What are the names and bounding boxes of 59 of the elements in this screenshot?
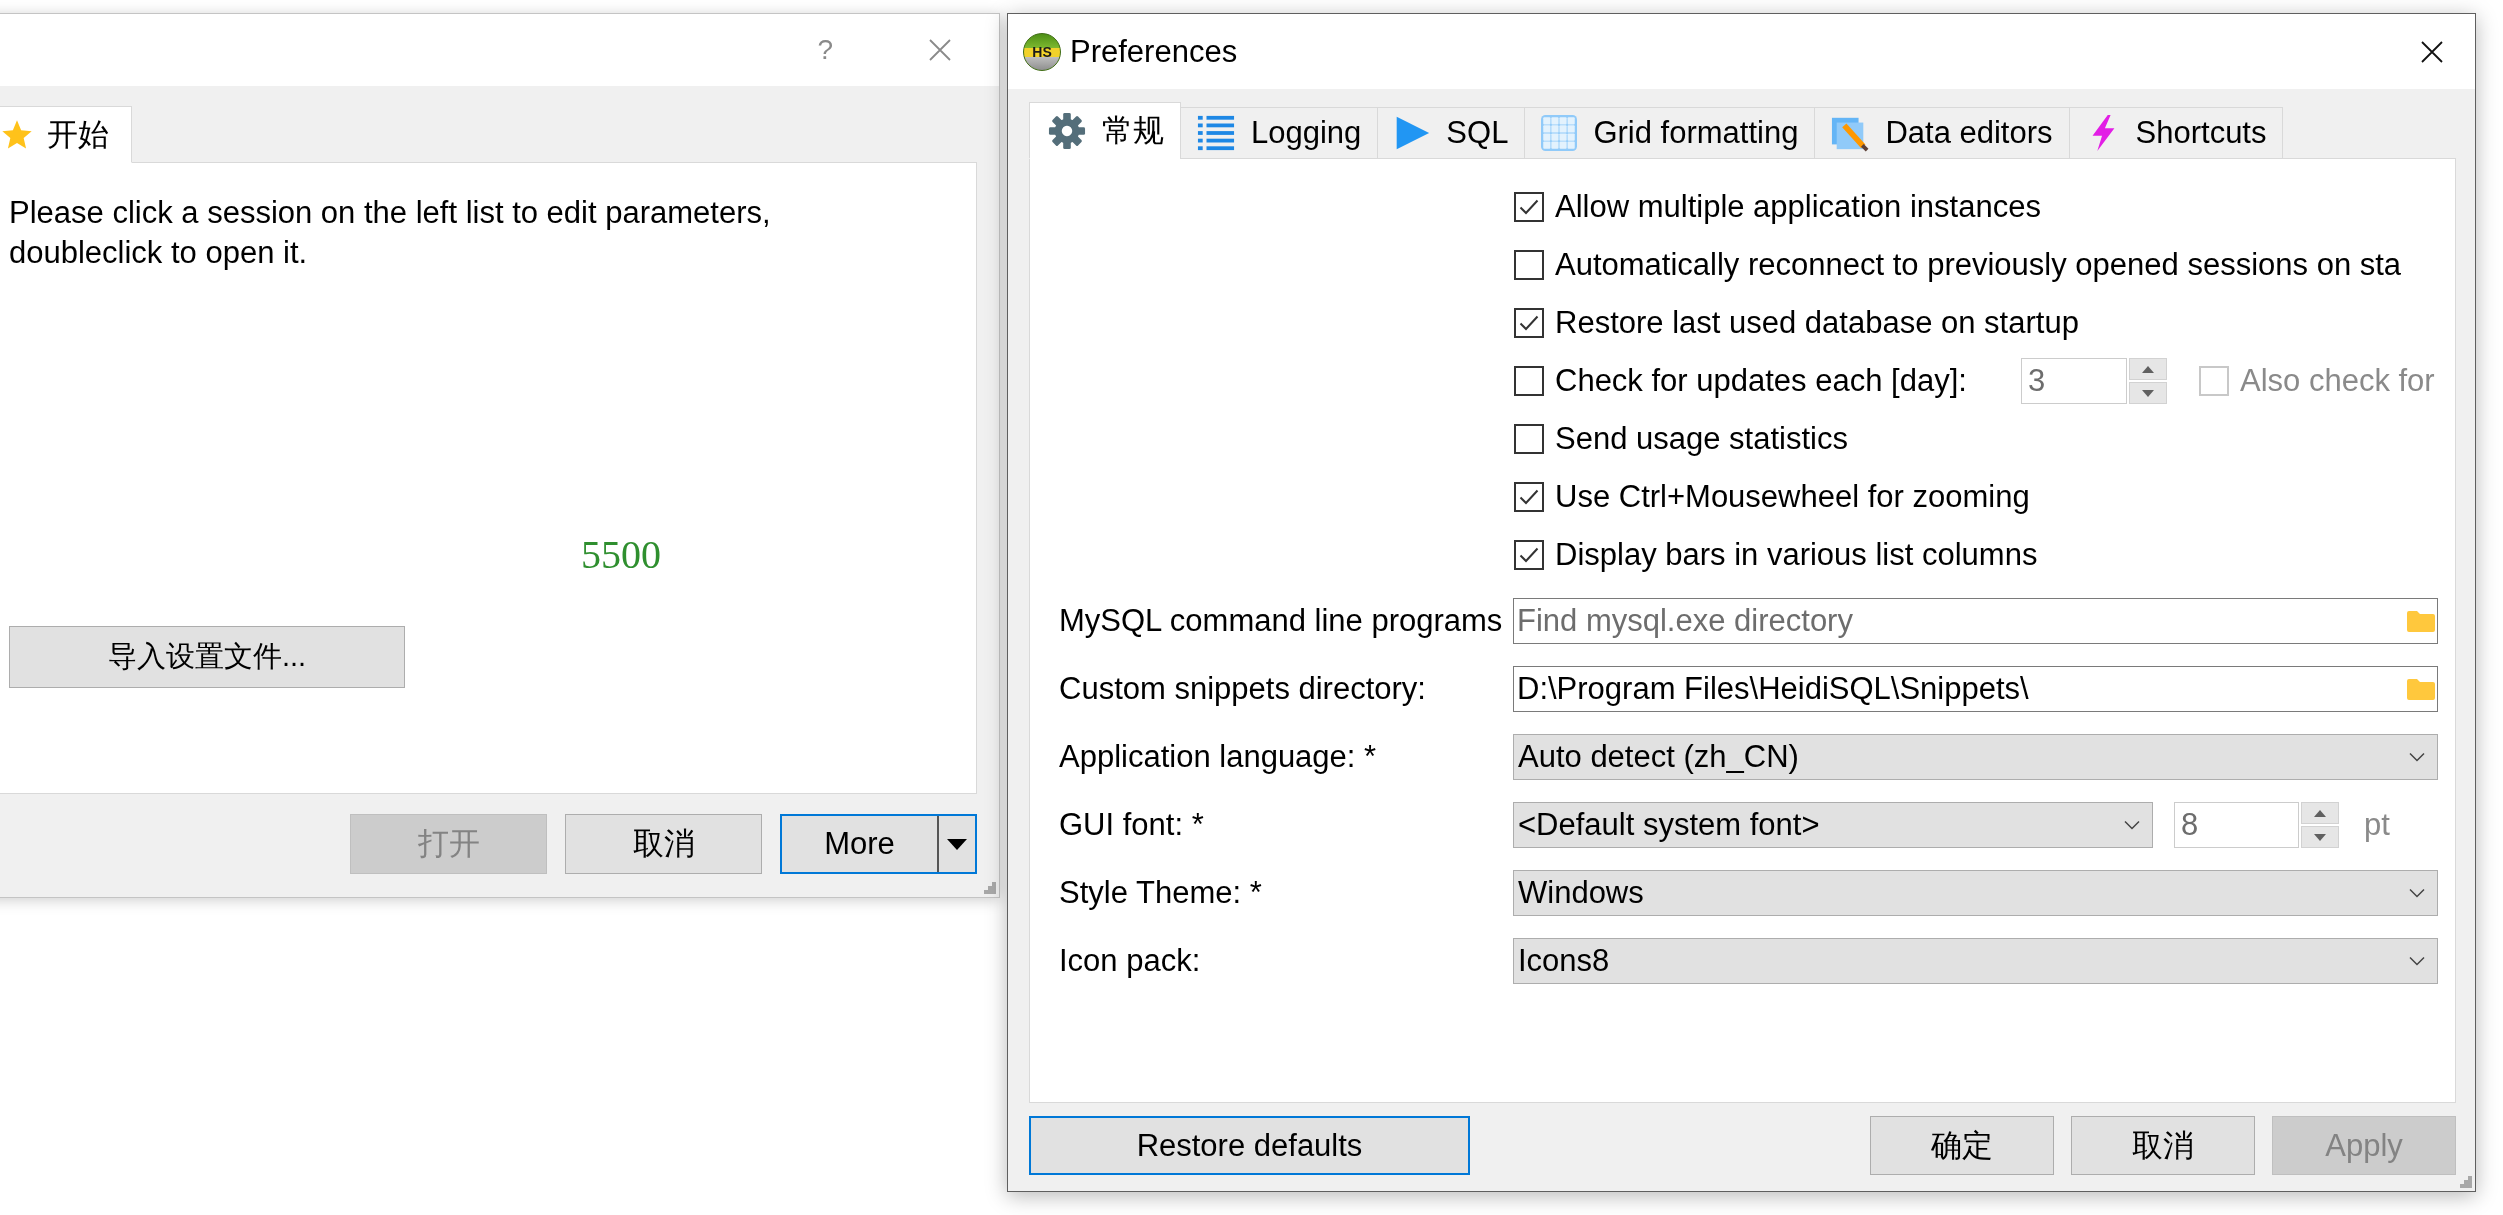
unit-label: pt <box>2364 807 2390 843</box>
checkbox-label[interactable]: Display bars in various list columns <box>1555 537 2038 573</box>
play-icon <box>1394 115 1431 151</box>
caret-down-icon <box>2314 833 2326 841</box>
tab[interactable]: 开始 <box>0 106 132 163</box>
caret-down-icon <box>2142 389 2154 397</box>
path-field[interactable]: Find mysql.exe directory <box>1513 598 2438 644</box>
checkbox-label[interactable]: Restore last used database on startup <box>1555 305 2079 341</box>
checkbox-label[interactable]: Send usage statistics <box>1555 421 1848 457</box>
caret-down-icon[interactable] <box>947 838 967 850</box>
checkbox[interactable] <box>1514 482 1544 512</box>
chevron-down-icon <box>2409 752 2425 762</box>
port-number: 5500 <box>581 531 661 579</box>
checkbox-label[interactable]: Allow multiple application instances <box>1555 189 2041 225</box>
dropdown[interactable]: <Default system font> <box>1513 802 2153 848</box>
spin-up-button[interactable] <box>2129 358 2167 380</box>
checkbox[interactable] <box>1514 308 1544 338</box>
field-label: Application language: * <box>1059 739 1378 775</box>
tab[interactable]: 常规 <box>1029 102 1181 159</box>
dropdown[interactable]: Windows <box>1513 870 2438 916</box>
field-label: MySQL command line programs <box>1059 603 1504 639</box>
list-icon <box>1197 114 1235 152</box>
spin-down-button[interactable] <box>2129 382 2167 404</box>
tab[interactable]: Shortcuts <box>2068 107 2284 159</box>
checkbox-label[interactable]: Automatically reconnect to previously opened sessions on sta <box>1555 247 2402 283</box>
cancel-button[interactable]: 取消 <box>2071 1116 2255 1175</box>
import-settings-button[interactable]: 导入设置文件... <box>9 626 405 688</box>
restore-defaults-button[interactable]: Restore defaults <box>1029 1116 1470 1175</box>
chevron-down-icon <box>2409 956 2425 966</box>
more-button[interactable]: More <box>780 814 977 874</box>
field-label: Icon pack: <box>1059 943 1202 979</box>
close-icon[interactable] <box>2421 40 2443 63</box>
checkbox[interactable] <box>1514 192 1544 222</box>
tab[interactable]: Logging <box>1180 107 1379 159</box>
field-label: Style Theme: * <box>1059 875 1263 911</box>
caret-up-icon <box>2142 365 2154 373</box>
checkbox[interactable] <box>1514 366 1544 396</box>
app-logo: HS <box>1023 32 1061 71</box>
dropdown[interactable]: Auto detect (zh_CN) <box>1513 734 2438 780</box>
spin-up-button[interactable] <box>2301 802 2339 824</box>
window-title: Preferences <box>1070 33 1239 70</box>
checkbox[interactable] <box>1514 424 1544 454</box>
dropdown[interactable]: Icons8 <box>1513 938 2438 984</box>
checkbox[interactable] <box>1514 540 1544 570</box>
path-field[interactable]: D:\Program Files\HeidiSQL\Snippets\ <box>1513 666 2438 712</box>
chevron-down-icon <box>2124 820 2140 830</box>
checkbox-label[interactable]: Use Ctrl+Mousewheel for zooming <box>1555 479 2030 515</box>
gear-icon <box>1048 111 1086 150</box>
instruction-text: Please click a session on the left list to edit parameters, doubleclick to open it. <box>9 194 772 272</box>
caret-up-icon <box>2314 809 2326 817</box>
field-label: Custom snippets directory: <box>1059 671 1427 707</box>
checkbox[interactable] <box>1514 250 1544 280</box>
field-label: GUI font: * <box>1059 807 1205 843</box>
grid-icon <box>1541 115 1578 151</box>
spin-down-button[interactable] <box>2301 826 2339 848</box>
cancel-button[interactable]: 取消 <box>565 814 762 874</box>
chevron-down-icon <box>2409 888 2425 898</box>
checkbox-label[interactable]: Check for updates each [day]: <box>1555 363 2010 399</box>
ok-button[interactable]: 确定 <box>1870 1116 2054 1175</box>
